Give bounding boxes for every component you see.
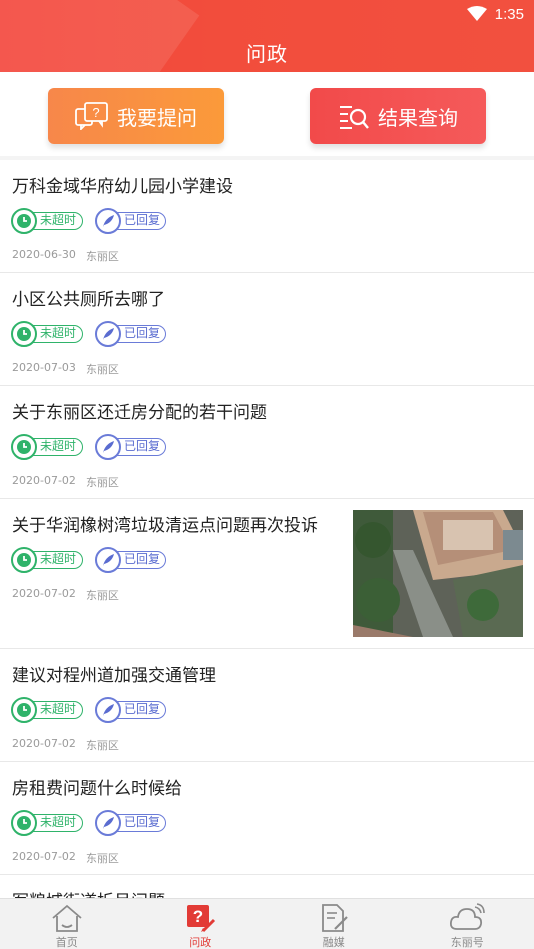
bottom-nav: 首页 ? 问政 融媒 东丽号: [0, 898, 534, 949]
nav-item-dongli[interactable]: 东丽号: [401, 899, 534, 949]
nav-label: 东丽号: [450, 936, 484, 949]
svg-text:?: ?: [193, 907, 203, 926]
list-item[interactable]: 房租费问题什么时候给 未超时 已回复 2020-07-02 东丽区: [0, 762, 534, 875]
question-icon: ?: [183, 903, 217, 933]
item-title: 房租费问题什么时候给: [12, 779, 182, 799]
feather-icon: [95, 697, 121, 723]
media-icon: [317, 903, 351, 933]
item-title: 关于华润橡树湾垃圾清运点问题再次投诉: [12, 516, 318, 536]
item-district: 东丽区: [85, 363, 119, 376]
item-meta: 2020-07-02 东丽区: [12, 587, 119, 603]
item-date: 2020-07-02: [12, 474, 76, 487]
nav-item-wenzheng[interactable]: ? 问政: [134, 899, 268, 949]
clock-icon: [11, 434, 37, 460]
clock-icon: [11, 697, 37, 723]
result-query-label: 结果查询: [378, 105, 458, 130]
timeliness-badge: 未超时: [11, 810, 83, 836]
reply-badge: 已回复: [95, 810, 166, 836]
item-title: 小区公共厕所去哪了: [12, 290, 165, 310]
question-list[interactable]: 万科金域华府幼儿园小学建设 未超时 已回复 2020-06-30 东丽区 小区公…: [0, 160, 534, 898]
nav-label: 首页: [55, 936, 78, 949]
app-header: 1:35 问政: [0, 0, 534, 72]
status-tags: 未超时 已回复: [11, 697, 166, 723]
status-bar: 1:35: [466, 4, 524, 24]
status-tags: 未超时 已回复: [11, 208, 166, 234]
status-time: 1:35: [494, 5, 524, 23]
reply-badge: 已回复: [95, 697, 166, 723]
timeliness-badge: 未超时: [11, 321, 83, 347]
feather-icon: [95, 810, 121, 836]
item-date: 2020-07-02: [12, 587, 76, 600]
list-item[interactable]: 关于华润橡树湾垃圾清运点问题再次投诉 未超时 已回复 2020-07-02 东丽…: [0, 499, 534, 649]
reply-badge: 已回复: [95, 321, 166, 347]
item-district: 东丽区: [85, 250, 119, 263]
timeliness-badge: 未超时: [11, 208, 83, 234]
timeliness-badge: 未超时: [11, 547, 83, 573]
item-title: 军粮城街道拆吊问题: [12, 887, 165, 898]
item-meta: 2020-07-03 东丽区: [12, 361, 119, 377]
item-meta: 2020-07-02 东丽区: [12, 737, 119, 753]
clock-icon: [11, 208, 37, 234]
action-bar: ? 我要提问 结果查询: [0, 72, 534, 156]
list-item[interactable]: 关于东丽区还迁房分配的若干问题 未超时 已回复 2020-07-02 东丽区: [0, 386, 534, 499]
page-title: 问政: [246, 42, 288, 66]
item-district: 东丽区: [85, 589, 119, 602]
ask-question-label: 我要提问: [117, 105, 197, 130]
status-tags: 未超时 已回复: [11, 434, 166, 460]
nav-item-home[interactable]: 首页: [0, 899, 134, 949]
status-tags: 未超时 已回复: [11, 321, 166, 347]
reply-badge: 已回复: [95, 208, 166, 234]
list-search-icon: [338, 102, 370, 130]
home-icon: [50, 903, 84, 933]
result-query-button[interactable]: 结果查询: [310, 88, 486, 144]
item-meta: 2020-07-02 东丽区: [12, 850, 119, 866]
timeliness-badge: 未超时: [11, 434, 83, 460]
item-date: 2020-07-03: [12, 361, 76, 374]
list-item[interactable]: 万科金域华府幼儿园小学建设 未超时 已回复 2020-06-30 东丽区: [0, 160, 534, 273]
timeliness-badge: 未超时: [11, 697, 83, 723]
wifi-icon: [466, 6, 487, 22]
clock-icon: [11, 321, 37, 347]
feather-icon: [95, 547, 121, 573]
item-thumbnail[interactable]: [353, 510, 523, 637]
list-item[interactable]: 军粮城街道拆吊问题: [0, 875, 534, 898]
item-meta: 2020-06-30 东丽区: [12, 248, 119, 264]
nav-item-media[interactable]: 融媒: [267, 899, 401, 949]
item-title: 万科金域华府幼儿园小学建设: [12, 177, 233, 197]
item-district: 东丽区: [85, 739, 119, 752]
item-meta: 2020-07-02 东丽区: [12, 474, 119, 490]
reply-badge: 已回复: [95, 434, 166, 460]
item-district: 东丽区: [85, 476, 119, 489]
feather-icon: [95, 321, 121, 347]
clock-icon: [11, 547, 37, 573]
feather-icon: [95, 434, 121, 460]
item-district: 东丽区: [85, 852, 119, 865]
reply-badge: 已回复: [95, 547, 166, 573]
cloud-icon: [449, 903, 486, 933]
list-item[interactable]: 小区公共厕所去哪了 未超时 已回复 2020-07-03 东丽区: [0, 273, 534, 386]
item-date: 2020-07-02: [12, 850, 76, 863]
nav-label: 问政: [189, 936, 212, 949]
status-tags: 未超时 已回复: [11, 810, 166, 836]
svg-text:?: ?: [92, 105, 99, 120]
chat-question-icon: ?: [75, 102, 109, 130]
ask-question-button[interactable]: ? 我要提问: [48, 88, 224, 144]
item-title: 建议对程州道加强交通管理: [12, 666, 216, 686]
feather-icon: [95, 208, 121, 234]
nav-label: 融媒: [322, 936, 345, 949]
item-date: 2020-07-02: [12, 737, 76, 750]
clock-icon: [11, 810, 37, 836]
list-item[interactable]: 建议对程州道加强交通管理 未超时 已回复 2020-07-02 东丽区: [0, 649, 534, 762]
item-date: 2020-06-30: [12, 248, 76, 261]
status-tags: 未超时 已回复: [11, 547, 166, 573]
item-title: 关于东丽区还迁房分配的若干问题: [12, 403, 267, 423]
